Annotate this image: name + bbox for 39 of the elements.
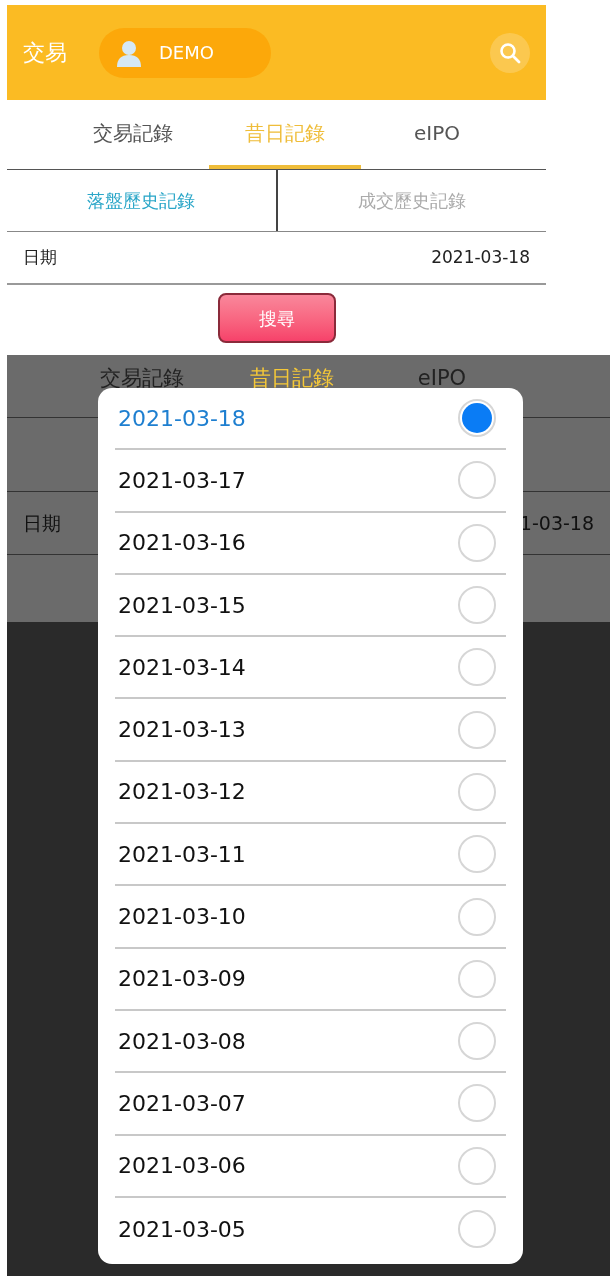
radio-button[interactable] — [458, 1022, 496, 1061]
search-icon — [499, 41, 521, 64]
date-option[interactable]: 2021-03-10 — [118, 900, 246, 933]
person-icon — [115, 38, 143, 67]
radio-button[interactable] — [458, 586, 496, 625]
date-option[interactable]: 2021-03-08 — [118, 1024, 246, 1058]
tab[interactable]: 交易記錄 — [57, 100, 209, 169]
date-option[interactable]: 2021-03-13 — [118, 713, 246, 747]
date-value: 1-03-18 — [519, 510, 594, 536]
radio-button[interactable] — [458, 461, 496, 500]
radio-button[interactable] — [458, 835, 496, 874]
date-option[interactable]: 2021-03-15 — [118, 588, 246, 622]
radio-button[interactable] — [458, 1210, 496, 1248]
date-option[interactable]: 2021-03-11 — [118, 837, 246, 871]
radio-button[interactable] — [458, 523, 496, 562]
date-option[interactable]: 2021-03-05 — [118, 1212, 246, 1246]
radio-button[interactable] — [458, 1146, 496, 1185]
radio-button[interactable] — [458, 399, 496, 438]
date-value[interactable]: 2021-03-18 — [431, 244, 530, 271]
radio-button[interactable] — [458, 1084, 496, 1123]
date-option[interactable]: 2021-03-18 — [118, 401, 246, 435]
header-title: 交易 — [23, 39, 67, 67]
radio-button[interactable] — [458, 959, 496, 998]
date-option[interactable]: 2021-03-07 — [118, 1086, 246, 1120]
radio-button[interactable] — [458, 772, 496, 811]
radio-button[interactable] — [458, 710, 496, 749]
tab[interactable]: eIPO — [361, 100, 513, 169]
date-label: 日期 — [23, 510, 61, 536]
date-option[interactable]: 2021-03-17 — [118, 463, 246, 497]
radio-button[interactable] — [458, 897, 496, 936]
date-option[interactable]: 2021-03-12 — [118, 775, 246, 809]
search-button[interactable] — [490, 32, 530, 73]
date-option[interactable]: 2021-03-09 — [118, 962, 246, 996]
date-option[interactable]: 2021-03-16 — [118, 526, 246, 560]
account-name: DEMO — [159, 41, 214, 65]
date-option[interactable]: 2021-03-14 — [118, 650, 246, 684]
date-label: 日期 — [23, 245, 57, 269]
radio-button[interactable] — [458, 648, 496, 687]
date-option[interactable]: 2021-03-06 — [118, 1149, 246, 1183]
